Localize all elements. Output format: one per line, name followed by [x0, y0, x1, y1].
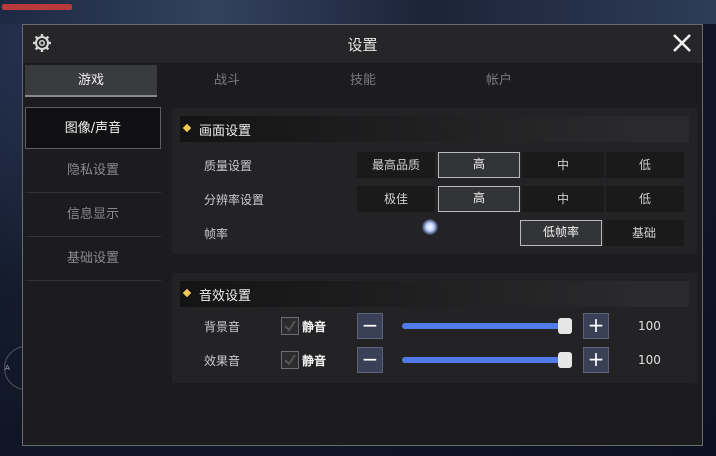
settings-window: 设置 游戏 战斗 技能 帐户 图像/声音 隐私设置 信息显示 基础设置 画面设置…	[22, 24, 703, 446]
resolution-option-medium[interactable]: 中	[522, 186, 604, 212]
sfx-minus-button[interactable]: −	[357, 347, 383, 373]
compass-west-letter: A	[5, 364, 10, 372]
plus-icon: +	[587, 347, 605, 371]
resolution-option-high[interactable]: 高	[438, 186, 520, 212]
bgm-mute-checkbox[interactable]	[281, 317, 299, 335]
minus-icon: −	[361, 313, 379, 337]
quality-option-low[interactable]: 低	[606, 152, 684, 178]
bgm-slider-fill	[402, 323, 572, 329]
diamond-icon	[182, 288, 192, 298]
minus-icon: −	[361, 347, 379, 371]
graphics-section-title: 画面设置	[199, 124, 252, 139]
bgm-volume-value: 100	[638, 319, 661, 333]
bgm-plus-button[interactable]: +	[583, 313, 609, 339]
plus-icon: +	[587, 313, 605, 337]
sfx-mute-label: 静音	[302, 354, 327, 368]
close-icon[interactable]	[670, 31, 694, 55]
quality-option-medium[interactable]: 中	[522, 152, 604, 178]
framerate-option-low[interactable]: 低帧率	[520, 220, 602, 246]
framerate-label: 帧率	[204, 227, 229, 241]
tab-bar: 游戏 战斗 技能 帐户	[23, 65, 702, 99]
quality-option-ultra[interactable]: 最高品质	[357, 152, 435, 178]
sidebar-item-info-display[interactable]: 信息显示	[25, 194, 161, 237]
sidebar-item-graphics-sound[interactable]: 图像/声音	[25, 107, 161, 149]
sfx-mute-checkbox[interactable]	[281, 351, 299, 369]
bgm-slider-knob[interactable]	[558, 318, 572, 334]
sidebar-item-privacy[interactable]: 隐私设置	[25, 150, 161, 193]
game-hud-background	[0, 0, 716, 24]
tab-game[interactable]: 游戏	[25, 65, 157, 97]
bgm-slider[interactable]	[402, 318, 572, 334]
sparkle-effect	[422, 219, 438, 235]
diamond-icon	[182, 123, 192, 133]
sfx-slider[interactable]	[402, 352, 572, 368]
resolution-label: 分辨率设置	[204, 193, 265, 207]
window-title: 设置	[347, 36, 378, 54]
tab-account[interactable]: 帐户	[433, 65, 565, 97]
sfx-volume-value: 100	[638, 353, 661, 367]
title-bar: 设置	[23, 25, 702, 63]
bgm-minus-button[interactable]: −	[357, 313, 383, 339]
quality-option-high[interactable]: 高	[438, 152, 520, 178]
sfx-plus-button[interactable]: +	[583, 347, 609, 373]
resolution-option-excellent[interactable]: 极佳	[357, 186, 435, 212]
graphics-section-header: 画面设置	[180, 116, 689, 142]
sidebar: 图像/声音 隐私设置 信息显示 基础设置	[23, 105, 161, 445]
sfx-slider-knob[interactable]	[558, 352, 572, 368]
hp-bar	[2, 4, 72, 10]
bgm-mute-label: 静音	[302, 320, 327, 334]
sound-section-title: 音效设置	[199, 289, 252, 304]
sfx-label: 效果音	[204, 354, 241, 368]
tab-combat[interactable]: 战斗	[161, 65, 293, 97]
bgm-label: 背景音	[204, 320, 241, 334]
quality-label: 质量设置	[204, 159, 253, 173]
graphics-panel: 画面设置 质量设置 最高品质 高 中 低 分辨率设置 极佳 高 中 低 帧率 低…	[172, 108, 697, 254]
resolution-option-low[interactable]: 低	[606, 186, 684, 212]
tab-skills[interactable]: 技能	[297, 65, 429, 97]
sound-panel: 音效设置 背景音 静音 − + 100 效果音 静音 − + 100	[172, 273, 697, 383]
sfx-slider-fill	[402, 357, 572, 363]
framerate-option-basic[interactable]: 基础	[604, 220, 684, 246]
sidebar-item-basic[interactable]: 基础设置	[25, 238, 161, 281]
sound-section-header: 音效设置	[180, 281, 689, 307]
